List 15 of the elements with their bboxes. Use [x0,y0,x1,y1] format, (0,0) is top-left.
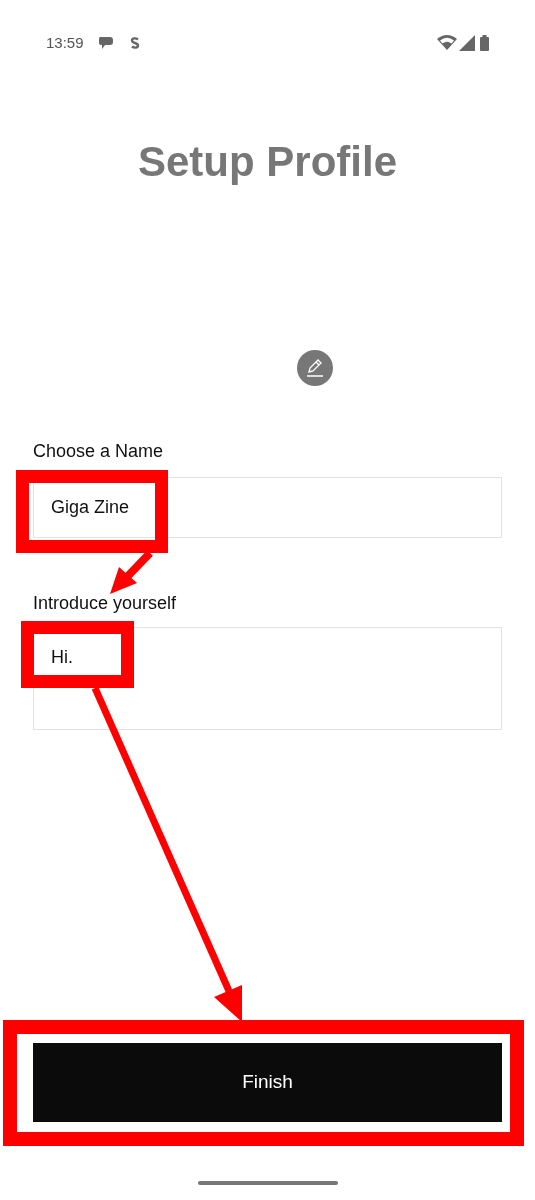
input-field[interactable]: Hi. [33,627,502,730]
field-label: Choose a Name [33,440,164,462]
signal-icon [459,35,475,51]
annotation-arrow [110,550,153,594]
status-time: 13:59 [46,32,84,53]
field-label: Introduce yourself [33,592,177,614]
app-icon [129,37,140,49]
chat-icon [97,36,114,50]
battery-icon [480,35,489,51]
input-field[interactable]: Giga Zine [33,477,502,538]
pencil-icon [304,358,325,378]
finish-button[interactable]: Finish [33,1043,502,1122]
edit-photo-button[interactable] [296,350,333,386]
wifi-icon [437,35,457,51]
page-title: Setup Profile [136,138,398,186]
